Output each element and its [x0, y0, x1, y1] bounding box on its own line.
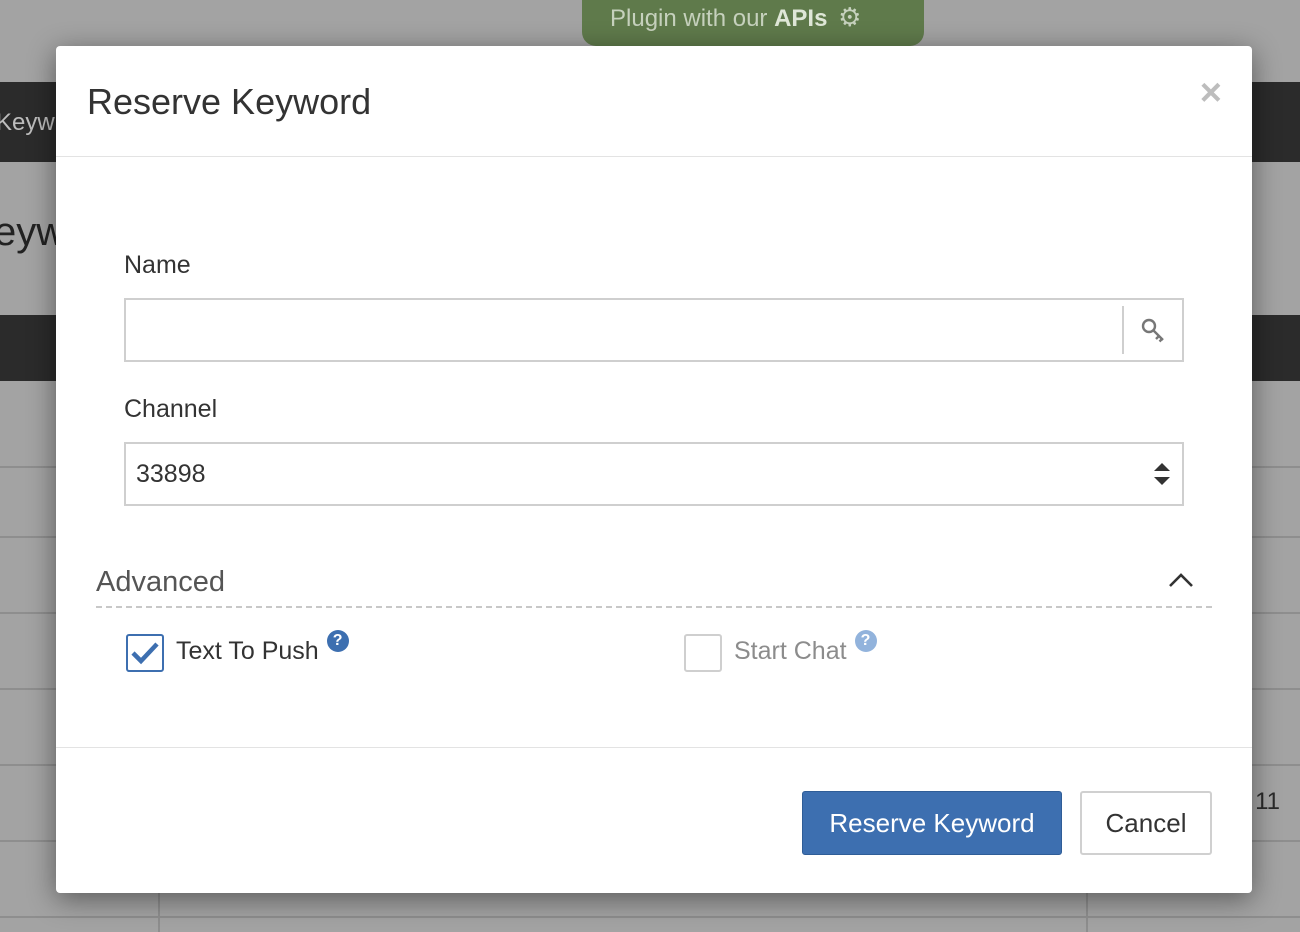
channel-label: Channel [124, 395, 218, 423]
text-to-push-label: Text To Push [176, 637, 319, 665]
text-to-push-option[interactable]: Text To Push ? [126, 630, 349, 672]
start-chat-label: Start Chat [734, 637, 847, 665]
close-icon[interactable]: × [1200, 74, 1222, 112]
background-divider [0, 916, 1300, 918]
start-chat-checkbox[interactable] [684, 634, 722, 672]
modal-footer: Reserve Keyword Cancel [56, 747, 1252, 893]
name-input-group [124, 298, 1184, 362]
chevron-up-icon[interactable] [1168, 572, 1194, 593]
start-chat-option[interactable]: Start Chat ? [684, 630, 877, 672]
checkmark-icon [131, 642, 159, 665]
gears-icon: ⚙ [838, 2, 862, 32]
cancel-button[interactable]: Cancel [1080, 791, 1212, 855]
banner-prefix: Plugin with our [610, 5, 775, 32]
sort-arrows-icon [1152, 461, 1172, 487]
modal-title: Reserve Keyword [87, 81, 372, 122]
banner-bold: APIs [774, 5, 828, 32]
channel-select[interactable]: 33898 [124, 442, 1184, 506]
reserve-keyword-modal: Reserve Keyword × Name Channel 33898 Adv… [56, 46, 1252, 893]
name-input[interactable] [126, 300, 1122, 360]
modal-header: Reserve Keyword × [56, 46, 1252, 157]
reserve-keyword-button[interactable]: Reserve Keyword [802, 791, 1062, 855]
text-to-push-checkbox[interactable] [126, 634, 164, 672]
background-tab-text: Keyw [0, 109, 55, 136]
key-icon [1122, 306, 1182, 354]
name-label: Name [124, 251, 191, 279]
channel-selected-value: 33898 [136, 459, 206, 488]
plugin-apis-banner[interactable]: Plugin with our APIs ⚙ [582, 0, 924, 46]
advanced-toggle[interactable]: Advanced [96, 566, 1212, 608]
advanced-label: Advanced [96, 566, 225, 598]
help-icon[interactable]: ? [854, 630, 877, 652]
help-icon[interactable]: ? [326, 630, 349, 652]
background-cell-value: 11 [1255, 788, 1280, 815]
